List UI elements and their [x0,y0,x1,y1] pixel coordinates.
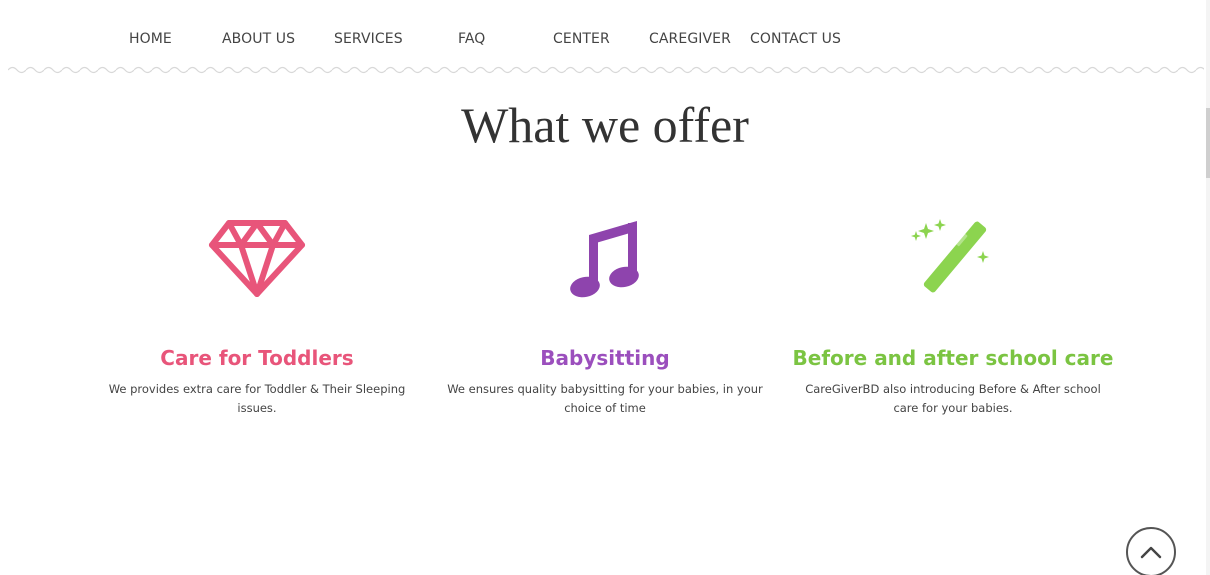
nav-item-caregiver[interactable]: CAREGIVER [649,31,731,47]
feature-description: CareGiverBD also introducing Before & Af… [805,382,1101,415]
feature-card-school-care: Before and after school care CareGiverBD… [783,208,1123,418]
back-to-top-button[interactable] [1126,527,1176,575]
feature-card-babysitting: Babysitting We ensures quality babysitti… [435,208,775,418]
feature-title: Babysitting [540,346,670,370]
wavy-divider [8,64,1204,74]
feature-card-toddlers: Care for Toddlers We provides extra care… [87,208,427,418]
diamond-icon [87,208,427,308]
scrollbar[interactable] [1206,0,1210,575]
feature-description: We ensures quality babysitting for your … [447,382,763,415]
chevron-up-icon [1140,546,1162,559]
nav-item-about-us[interactable]: ABOUT US [222,31,295,47]
feature-description: We provides extra care for Toddler & The… [108,382,406,415]
nav-item-center[interactable]: CENTER [553,31,610,47]
music-note-icon [435,208,775,308]
nav-item-services[interactable]: SERVICES [334,31,403,47]
section-title: What we offer [461,97,749,153]
nav-item-faq[interactable]: FAQ [458,31,485,47]
page: HOME ABOUT US SERVICES FAQ CENTER CAREGI… [0,0,1210,575]
magic-wand-icon [783,208,1123,308]
nav-item-contact-us[interactable]: CONTACT US [750,31,841,47]
nav-item-home[interactable]: HOME [129,31,172,47]
main-nav: HOME ABOUT US SERVICES FAQ CENTER CAREGI… [0,0,1210,66]
feature-title: Care for Toddlers [160,346,354,370]
feature-title: Before and after school care [792,346,1114,370]
